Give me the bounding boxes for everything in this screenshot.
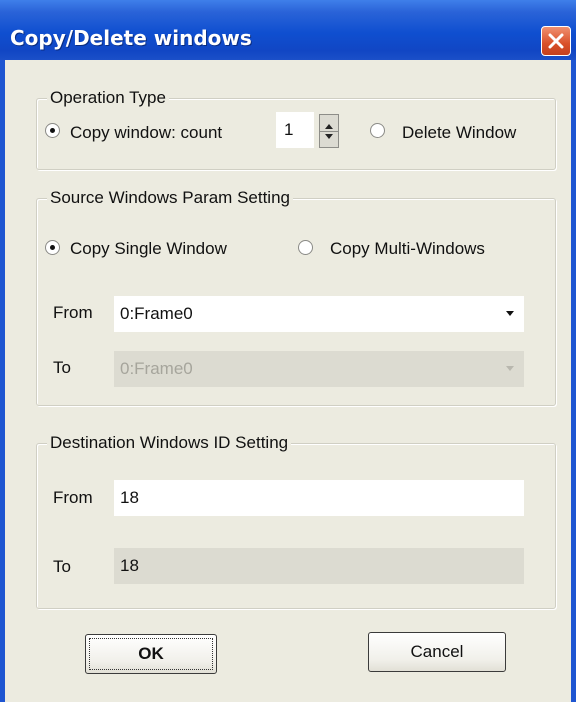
copy-single-window-label[interactable]: Copy Single Window: [70, 239, 227, 259]
title-bar[interactable]: Copy/Delete windows: [0, 0, 576, 60]
destination-to-input: 18: [114, 548, 524, 584]
focus-rectangle: [89, 638, 213, 670]
source-windows-legend: Source Windows Param Setting: [47, 188, 293, 208]
destination-to-value: 18: [120, 556, 139, 575]
destination-windows-legend: Destination Windows ID Setting: [47, 433, 292, 453]
count-spinner[interactable]: [319, 114, 339, 148]
source-from-label: From: [53, 303, 93, 322]
window-frame-right: [571, 60, 576, 702]
ok-button[interactable]: OK: [85, 634, 217, 674]
copy-multi-windows-label[interactable]: Copy Multi-Windows: [330, 239, 485, 259]
cancel-button[interactable]: Cancel: [368, 632, 506, 672]
copy-multi-windows-radio[interactable]: [298, 240, 313, 255]
dropdown-arrow-icon[interactable]: [506, 311, 514, 316]
source-to-value: 0:Frame0: [120, 359, 193, 378]
delete-window-radio[interactable]: [370, 123, 385, 138]
destination-windows-group: Destination Windows ID Setting: [36, 433, 556, 609]
close-button[interactable]: [541, 26, 571, 56]
spin-up-icon[interactable]: [325, 124, 333, 129]
source-from-select[interactable]: 0:Frame0: [114, 296, 524, 332]
close-icon: [548, 33, 564, 49]
cancel-button-label: Cancel: [410, 642, 464, 661]
destination-from-label: From: [53, 488, 93, 507]
count-input[interactable]: 1: [276, 112, 314, 148]
count-value: 1: [284, 120, 294, 139]
dropdown-arrow-icon: [506, 366, 514, 371]
copy-window-label[interactable]: Copy window: count: [70, 123, 222, 143]
destination-to-label: To: [53, 557, 71, 576]
destination-from-input[interactable]: 18: [114, 480, 524, 516]
source-to-label: To: [53, 358, 71, 377]
spin-down-icon[interactable]: [325, 134, 333, 139]
spin-divider: [320, 131, 338, 132]
copy-delete-dialog: Copy/Delete windows Operation Type Copy …: [0, 0, 576, 702]
source-to-select: 0:Frame0: [114, 351, 524, 387]
destination-from-value: 18: [120, 488, 139, 507]
operation-type-legend: Operation Type: [47, 88, 169, 108]
window-frame-left: [0, 60, 5, 702]
copy-window-radio[interactable]: [45, 123, 60, 138]
delete-window-label[interactable]: Delete Window: [402, 123, 516, 143]
source-from-value: 0:Frame0: [120, 304, 193, 323]
window-title: Copy/Delete windows: [10, 26, 252, 50]
copy-single-window-radio[interactable]: [45, 240, 60, 255]
